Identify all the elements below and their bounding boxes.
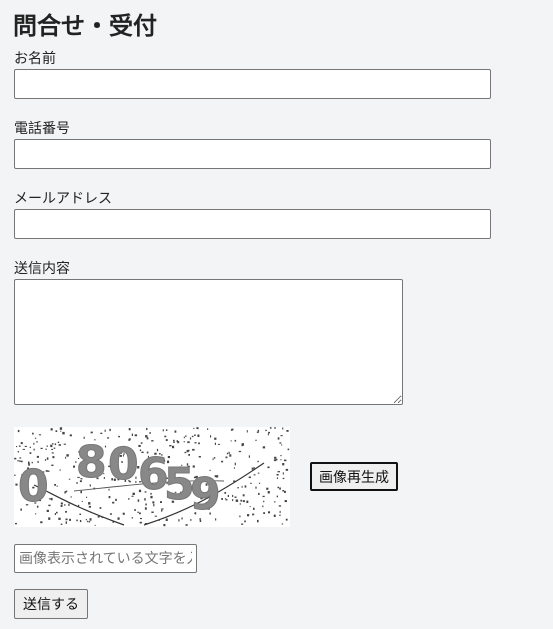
phone-input[interactable] (14, 139, 491, 169)
captcha-text: 0 80659 (18, 437, 221, 520)
regenerate-captcha-button[interactable]: 画像再生成 (310, 462, 398, 491)
phone-label: 電話番号 (14, 121, 70, 137)
email-input[interactable] (14, 209, 491, 239)
email-label: メールアドレス (14, 191, 112, 207)
name-input[interactable] (14, 69, 491, 99)
message-textarea[interactable] (14, 279, 403, 405)
captcha-input[interactable] (14, 544, 197, 573)
submit-button[interactable]: 送信する (14, 589, 88, 619)
message-label: 送信内容 (14, 261, 70, 277)
name-label: お名前 (14, 51, 56, 67)
page-title: 問合せ・受付 (13, 12, 157, 40)
captcha-image-graphic: 0 80659 (14, 427, 290, 527)
captcha-image: 0 80659 (14, 427, 290, 527)
